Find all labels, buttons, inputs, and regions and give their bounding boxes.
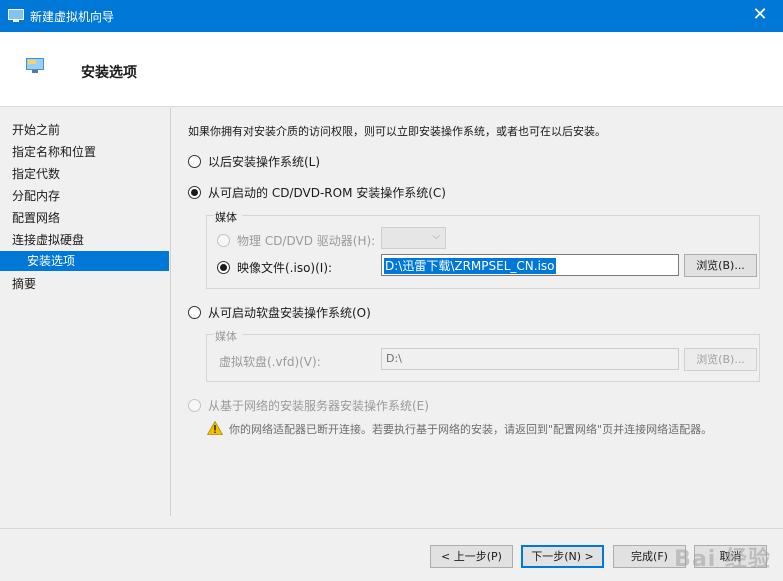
cd-media-group <box>206 215 760 289</box>
network-warning-text: 你的网络适配器已断开连接。若要执行基于网络的安装，请返回到"配置网络"页并连接网… <box>229 423 713 436</box>
option-install-network-label: 从基于网络的安装服务器安装操作系统(E) <box>208 399 429 413</box>
chevron-down-icon: ⌵ <box>432 231 440 242</box>
sidebar-item-name-location[interactable]: 指定名称和位置 <box>0 142 169 162</box>
vm-icon <box>26 58 44 73</box>
warning-icon <box>207 421 223 435</box>
image-file-label: 映像文件(.iso)(I): <box>237 261 333 275</box>
title-bar: 新建虚拟机向导 ✕ <box>0 0 783 32</box>
page-title: 安装选项 <box>81 65 137 81</box>
physical-drive-label: 物理 CD/DVD 驱动器(H): <box>237 234 376 248</box>
option-install-floppy-label: 从可启动软盘安装操作系统(O) <box>208 306 371 320</box>
sidebar-item-memory[interactable]: 分配内存 <box>0 186 169 206</box>
radio-install-cd[interactable] <box>188 186 201 199</box>
install-options-panel: 如果你拥有对安装介质的访问权限，则可以立即安装操作系统，或者也可在以后安装。 以… <box>171 108 783 528</box>
wizard-header: 安装选项 <box>0 32 783 107</box>
next-button[interactable]: 下一步(N) > <box>521 545 604 568</box>
watermark: Bai 经验 <box>674 547 771 572</box>
option-install-later[interactable]: 以后安装操作系统(L) <box>188 153 320 170</box>
sidebar-item-virtual-disk[interactable]: 连接虚拟硬盘 <box>0 230 169 250</box>
radio-install-later[interactable] <box>188 155 201 168</box>
wizard-footer: < 上一步(P) 下一步(N) > 完成(F) 取消 <box>0 528 783 581</box>
sidebar-item-summary[interactable]: 摘要 <box>0 274 169 294</box>
option-install-cd-label: 从可启动的 CD/DVD-ROM 安装操作系统(C) <box>208 186 446 200</box>
option-image-file[interactable]: 映像文件(.iso)(I): <box>217 259 332 276</box>
radio-install-floppy[interactable] <box>188 306 201 319</box>
previous-button[interactable]: < 上一步(P) <box>430 545 513 568</box>
browse-vfd-button[interactable]: 浏览(B)... <box>684 348 757 371</box>
option-physical-drive[interactable]: 物理 CD/DVD 驱动器(H): <box>217 232 375 249</box>
sidebar-item-generation[interactable]: 指定代数 <box>0 164 169 184</box>
image-file-value: D:\迅雷下载\ZRMPSEL_CN.iso <box>384 258 556 274</box>
radio-install-network[interactable] <box>188 399 201 412</box>
browse-iso-button[interactable]: 浏览(B)... <box>684 254 757 277</box>
close-button[interactable]: ✕ <box>737 0 783 32</box>
floppy-media-group-title: 媒体 <box>215 330 237 343</box>
sidebar-item-before-you-begin[interactable]: 开始之前 <box>0 120 169 140</box>
image-file-input[interactable]: D:\迅雷下载\ZRMPSEL_CN.iso <box>381 254 679 276</box>
radio-physical-drive[interactable] <box>217 234 230 247</box>
sidebar-item-install-options[interactable]: 安装选项 <box>0 251 169 271</box>
wizard-sidebar: 开始之前 指定名称和位置 指定代数 分配内存 配置网络 连接虚拟硬盘 安装选项 … <box>0 108 171 516</box>
cd-media-group-title: 媒体 <box>215 211 237 224</box>
option-install-later-label: 以后安装操作系统(L) <box>208 155 321 169</box>
monitor-icon <box>8 9 24 22</box>
option-install-network[interactable]: 从基于网络的安装服务器安装操作系统(E) <box>188 397 429 414</box>
vfd-input[interactable]: D:\ <box>381 348 679 370</box>
vfd-label: 虚拟软盘(.vfd)(V): <box>219 355 321 369</box>
option-install-cd[interactable]: 从可启动的 CD/DVD-ROM 安装操作系统(C) <box>188 184 446 201</box>
option-install-floppy[interactable]: 从可启动软盘安装操作系统(O) <box>188 304 371 321</box>
radio-image-file[interactable] <box>217 261 230 274</box>
page-description: 如果你拥有对安装介质的访问权限，则可以立即安装操作系统，或者也可在以后安装。 <box>188 125 606 138</box>
physical-drive-select[interactable]: ⌵ <box>381 227 446 249</box>
sidebar-item-network[interactable]: 配置网络 <box>0 208 169 228</box>
window-title: 新建虚拟机向导 <box>30 10 115 24</box>
